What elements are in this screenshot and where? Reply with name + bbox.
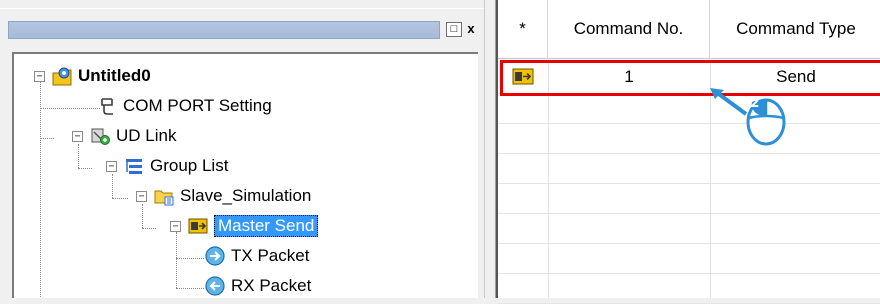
list-icon xyxy=(123,155,145,177)
close-button[interactable]: x xyxy=(463,22,479,37)
table-row[interactable] xyxy=(498,184,880,214)
tree-connector xyxy=(176,232,177,288)
tree-node-label: COM PORT Setting xyxy=(123,96,272,115)
table-row[interactable] xyxy=(498,124,880,154)
column-header-star[interactable]: * xyxy=(498,0,548,58)
master-send-icon xyxy=(498,59,548,94)
tree-node-com-port-setting[interactable]: COM PORT Setting xyxy=(96,93,272,119)
double-click-badge: x2 xyxy=(742,96,760,111)
table-row[interactable] xyxy=(498,274,880,304)
tree-node-ud-link[interactable]: − UD Link xyxy=(72,123,176,149)
tree-connector xyxy=(176,258,204,259)
restore-button[interactable]: □ xyxy=(446,22,462,37)
tree-connector xyxy=(78,168,92,169)
command-grid: * Command No. Command Type 1 Send xyxy=(496,0,880,304)
tree-node-rx-packet[interactable]: RX Packet xyxy=(204,273,311,299)
double-click-mouse-icon xyxy=(710,88,786,146)
table-row[interactable] xyxy=(498,94,880,124)
tree-connector xyxy=(142,228,156,229)
divider xyxy=(0,8,484,9)
collapse-toggle[interactable]: − xyxy=(34,70,45,82)
command-no-cell[interactable]: 1 xyxy=(548,59,710,94)
com-port-icon xyxy=(96,95,118,117)
tree-connector xyxy=(112,198,128,199)
project-gear-icon xyxy=(51,65,73,87)
double-click-annotation: x2 xyxy=(706,84,798,150)
folder-network-icon xyxy=(153,185,175,207)
panel-splitter[interactable] xyxy=(484,0,496,298)
table-row[interactable] xyxy=(498,214,880,244)
pane-header: □ x xyxy=(8,21,478,39)
tree-connector xyxy=(40,82,41,297)
tree-node-slave-simulation[interactable]: − Slave_Simulation xyxy=(136,183,311,209)
tree-connector xyxy=(40,108,100,109)
tree-node-label: Master Send xyxy=(214,215,319,237)
project-tree: − Untitled0 COM PORT Setting − UD Link −… xyxy=(12,52,478,298)
tx-arrow-icon xyxy=(204,245,226,267)
table-row[interactable] xyxy=(498,154,880,184)
link-icon xyxy=(89,125,111,147)
tree-node-tx-packet[interactable]: TX Packet xyxy=(204,243,309,269)
tree-node-group-list[interactable]: − Group List xyxy=(106,153,228,179)
tree-node-label: Group List xyxy=(150,156,229,175)
tree-node-master-send[interactable]: − Master Send xyxy=(170,213,319,239)
tree-connector xyxy=(176,288,204,289)
master-send-icon xyxy=(187,215,209,237)
column-header-command-no[interactable]: Command No. xyxy=(548,0,710,58)
tree-node-label: RX Packet xyxy=(231,276,312,295)
column-header-command-type[interactable]: Command Type xyxy=(710,0,880,58)
grid-header: * Command No. Command Type xyxy=(498,0,880,59)
collapse-toggle[interactable]: − xyxy=(136,190,147,202)
tree-node-label: TX Packet xyxy=(231,246,310,265)
table-row[interactable] xyxy=(498,244,880,274)
rx-arrow-icon xyxy=(204,275,226,297)
tree-node-label: Slave_Simulation xyxy=(180,186,312,205)
tree-node-label: Untitled0 xyxy=(78,66,151,85)
tree-connector xyxy=(40,138,54,139)
tree-node-label: UD Link xyxy=(116,126,177,145)
tree-node-untitled0[interactable]: − Untitled0 xyxy=(34,63,151,89)
collapse-toggle[interactable]: − xyxy=(170,220,181,232)
project-tree-panel: □ x − Untitled0 COM PORT Setting − UD Li… xyxy=(0,0,484,298)
collapse-toggle[interactable]: − xyxy=(106,160,117,172)
pane-title-bar[interactable] xyxy=(8,21,440,39)
collapse-toggle[interactable]: − xyxy=(72,130,83,142)
table-row[interactable]: 1 Send xyxy=(498,59,880,94)
